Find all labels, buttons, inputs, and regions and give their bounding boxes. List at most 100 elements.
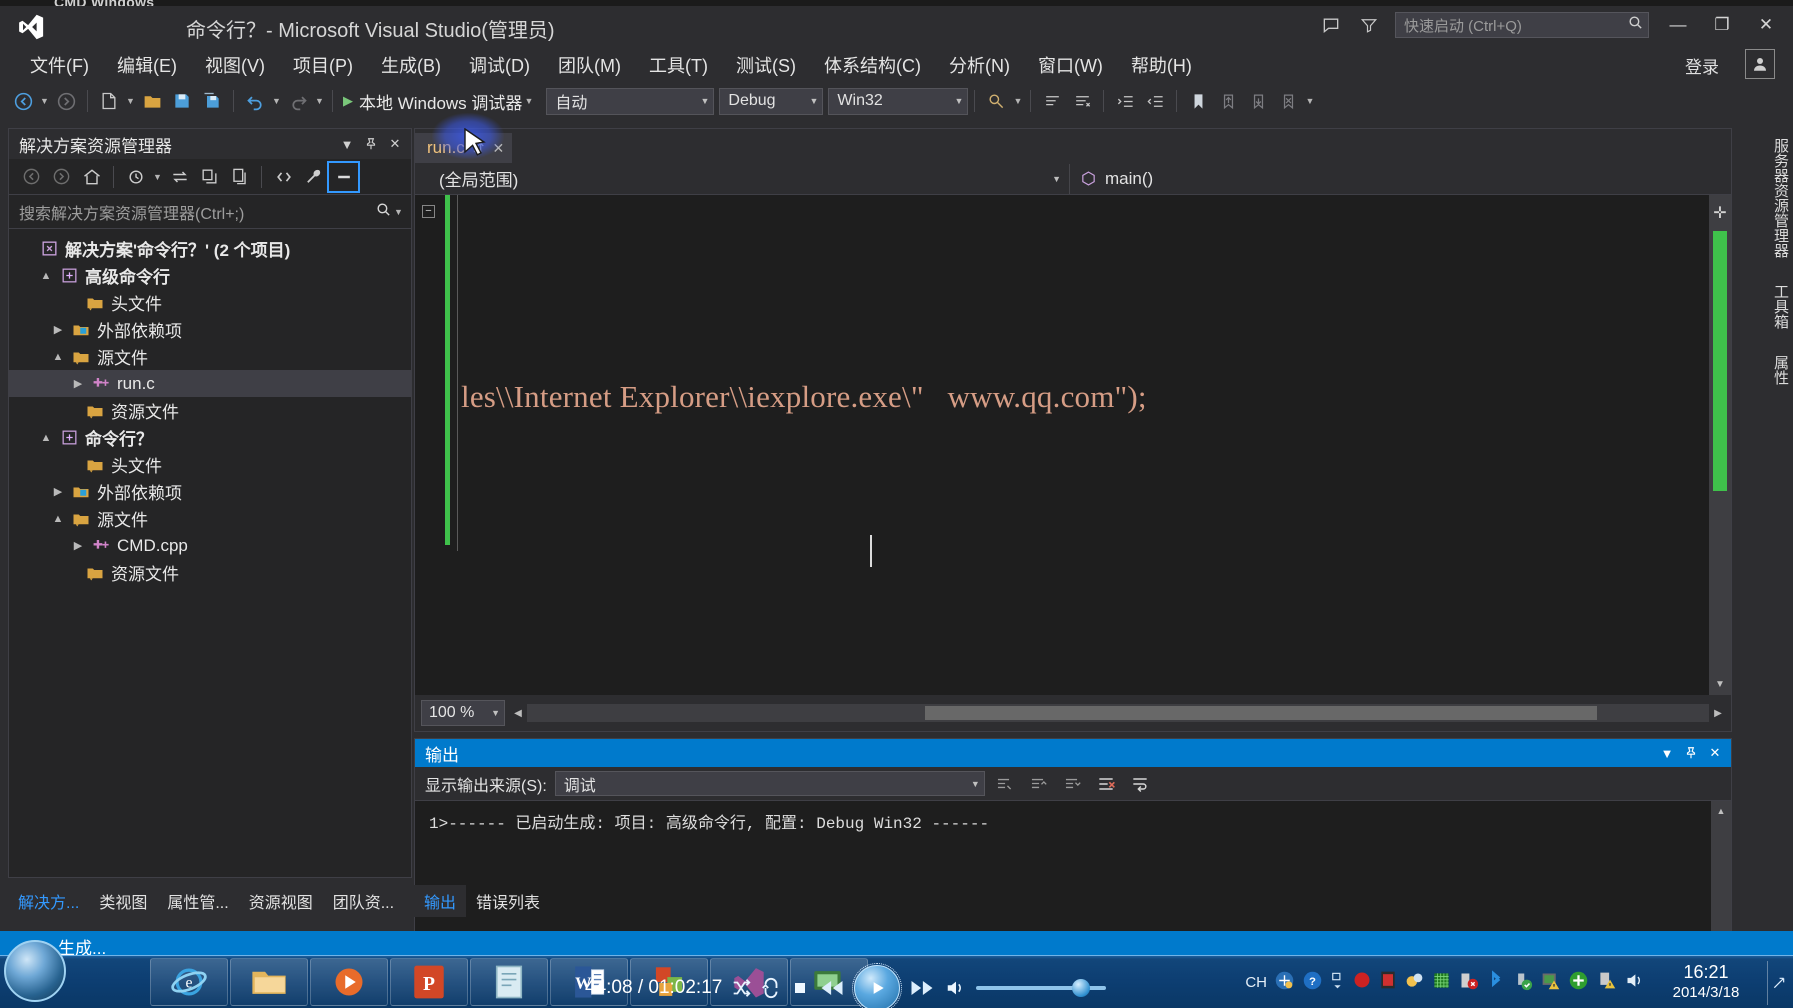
tree-item-resource-files-1[interactable]: 资源文件 xyxy=(9,397,411,424)
editor-horizontal-scrollbar[interactable]: ◀ ▶ xyxy=(509,703,1727,723)
redo-icon[interactable] xyxy=(283,86,313,116)
solution-explorer-search[interactable]: 搜索解决方案资源管理器(Ctrl+;) ▼ xyxy=(9,195,411,229)
update-icon[interactable] xyxy=(1568,970,1589,996)
firewall-blocked-icon[interactable] xyxy=(1458,970,1479,996)
menu-view[interactable]: 视图(V) xyxy=(191,49,279,81)
collapse-block-icon[interactable]: − xyxy=(422,205,435,218)
previous-bookmark-icon[interactable] xyxy=(1213,86,1243,116)
go-to-previous-message-icon[interactable] xyxy=(1023,770,1053,798)
output-source-combo[interactable]: 调试 ▼ xyxy=(554,771,985,796)
twisty[interactable]: ▲ xyxy=(35,432,57,444)
help-icon[interactable]: ? xyxy=(1302,970,1323,996)
save-icon[interactable] xyxy=(167,86,197,116)
close-icon[interactable]: ✕ xyxy=(383,132,407,156)
open-file-icon[interactable] xyxy=(137,86,167,116)
camtasia-icon[interactable] xyxy=(1379,970,1397,995)
chevron-down-icon[interactable]: ▼ xyxy=(335,132,359,156)
find-message-icon[interactable] xyxy=(989,770,1019,798)
twisty[interactable]: ▶ xyxy=(47,485,69,498)
dock-tab-property-manager[interactable]: 属性管... xyxy=(157,885,238,917)
undo-dropdown-icon[interactable]: ▼ xyxy=(270,86,283,116)
maximize-restore-button[interactable]: ❐ xyxy=(1701,9,1743,41)
redo-dropdown-icon[interactable]: ▼ xyxy=(313,86,326,116)
tree-item-external-deps-2[interactable]: ▶ 外部依赖项 xyxy=(9,478,411,505)
properties-wrench-icon[interactable] xyxy=(299,163,328,191)
search-options-dropdown-icon[interactable]: ▼ xyxy=(392,197,405,227)
dock-tab-error-list[interactable]: 错误列表 xyxy=(466,885,550,917)
indent-icon[interactable] xyxy=(1110,86,1140,116)
preview-selected-items-icon[interactable] xyxy=(327,160,360,193)
twisty[interactable]: ▶ xyxy=(67,539,89,552)
debug-target-combo[interactable]: 自动 ▼ xyxy=(546,87,715,115)
start-debugging-button[interactable]: ▶ 本地 Windows 调试器 ▼ xyxy=(339,87,541,115)
scroll-right-icon[interactable]: ▶ xyxy=(1709,708,1727,719)
menu-debug[interactable]: 调试(D) xyxy=(455,49,544,81)
volume-slider-knob[interactable] xyxy=(1072,979,1091,997)
find-in-files-icon[interactable] xyxy=(981,86,1011,116)
code-text-area[interactable]: − les\\Internet Explorer\\iexplore.exe\"… xyxy=(415,195,1731,695)
dock-tab-solution-explorer[interactable]: 解决方... xyxy=(8,885,90,917)
menu-tools[interactable]: 工具(T) xyxy=(635,49,722,81)
platform-combo[interactable]: Win32 ▼ xyxy=(828,87,969,115)
play-icon[interactable] xyxy=(852,963,903,1008)
menu-build[interactable]: 生成(B) xyxy=(367,49,455,81)
pin-icon[interactable] xyxy=(1679,741,1703,765)
menu-project[interactable]: 项目(P) xyxy=(279,49,367,81)
scroll-up-icon[interactable]: ▲ xyxy=(1711,801,1731,821)
menu-edit[interactable]: 编辑(E) xyxy=(103,49,191,81)
scroll-left-icon[interactable]: ◀ xyxy=(509,708,527,719)
dock-tab-team-explorer[interactable]: 团队资... xyxy=(323,885,404,917)
show-desktop-icon[interactable] xyxy=(1767,960,1789,1005)
antivirus-warning-icon[interactable] xyxy=(1540,970,1561,996)
sogou-pinyin-icon[interactable] xyxy=(1274,970,1295,996)
menu-architecture[interactable]: 体系结构(C) xyxy=(810,49,935,81)
collapse-all-icon[interactable] xyxy=(269,163,298,191)
scrollbar-thumb[interactable] xyxy=(1713,231,1727,491)
bluetooth-icon[interactable] xyxy=(1486,970,1505,995)
vtab-toolbox[interactable]: 工具箱 xyxy=(1765,274,1793,339)
quick-launch-input[interactable]: 快速启动 (Ctrl+Q) xyxy=(1395,12,1649,38)
tree-item-solution[interactable]: 解决方案'命令行？' (2 个项目) xyxy=(9,235,411,262)
network-grid-icon[interactable] xyxy=(1432,971,1451,995)
messenger-icon[interactable] xyxy=(1404,970,1425,996)
vtab-properties[interactable]: 属性 xyxy=(1765,345,1793,395)
menu-team[interactable]: 团队(M) xyxy=(544,49,635,81)
configuration-combo[interactable]: Debug ▼ xyxy=(719,87,824,115)
menu-window[interactable]: 窗口(W) xyxy=(1024,49,1117,81)
scope-combo[interactable]: (全局范围) ▼ xyxy=(415,163,1070,194)
comment-icon[interactable] xyxy=(1037,86,1067,116)
usb-safe-remove-icon[interactable] xyxy=(1512,970,1533,996)
taskbar-clock[interactable]: 16:21 2014/3/18 xyxy=(1652,962,1760,1002)
taskbar-file-explorer-icon[interactable] xyxy=(230,958,308,1006)
dock-tab-resource-view[interactable]: 资源视图 xyxy=(239,885,323,917)
clear-bookmarks-icon[interactable] xyxy=(1273,86,1303,116)
pending-changes-dropdown-icon[interactable]: ▼ xyxy=(151,162,164,192)
twisty[interactable]: ▲ xyxy=(47,513,69,525)
undo-icon[interactable] xyxy=(240,86,270,116)
volume-slider[interactable] xyxy=(976,979,1107,997)
dock-tab-class-view[interactable]: 类视图 xyxy=(89,885,157,917)
home-icon[interactable] xyxy=(77,163,106,191)
twisty[interactable]: ▶ xyxy=(47,323,69,336)
navigate-back-dropdown-icon[interactable]: ▼ xyxy=(38,86,51,116)
filter-icon[interactable] xyxy=(1351,8,1387,42)
refresh-icon[interactable] xyxy=(195,163,224,191)
twisty[interactable]: ▲ xyxy=(35,270,57,282)
stop-recording-icon[interactable] xyxy=(1352,970,1372,995)
dock-tab-output[interactable]: 输出 xyxy=(414,885,467,917)
repeat-icon[interactable] xyxy=(760,977,782,999)
action-center-warning-icon[interactable] xyxy=(1596,970,1617,996)
volume-icon[interactable] xyxy=(1624,970,1645,996)
start-debugging-dropdown-icon[interactable]: ▼ xyxy=(522,86,535,116)
close-button[interactable]: ✕ xyxy=(1745,9,1787,41)
clear-all-icon[interactable] xyxy=(1091,770,1121,798)
sync-with-active-document-icon[interactable] xyxy=(165,163,194,191)
close-icon[interactable]: ✕ xyxy=(1703,741,1727,765)
tree-item-resource-files-2[interactable]: 资源文件 xyxy=(9,559,411,586)
shuffle-icon[interactable] xyxy=(730,977,752,999)
tree-item-cmd-cpp[interactable]: ▶ CMD.cpp xyxy=(9,532,411,559)
sign-in-link[interactable]: 登录 xyxy=(1685,53,1719,78)
windows-start-orb-icon[interactable] xyxy=(4,940,66,1002)
menu-test[interactable]: 测试(S) xyxy=(722,49,810,81)
minimize-button[interactable]: — xyxy=(1657,9,1699,41)
